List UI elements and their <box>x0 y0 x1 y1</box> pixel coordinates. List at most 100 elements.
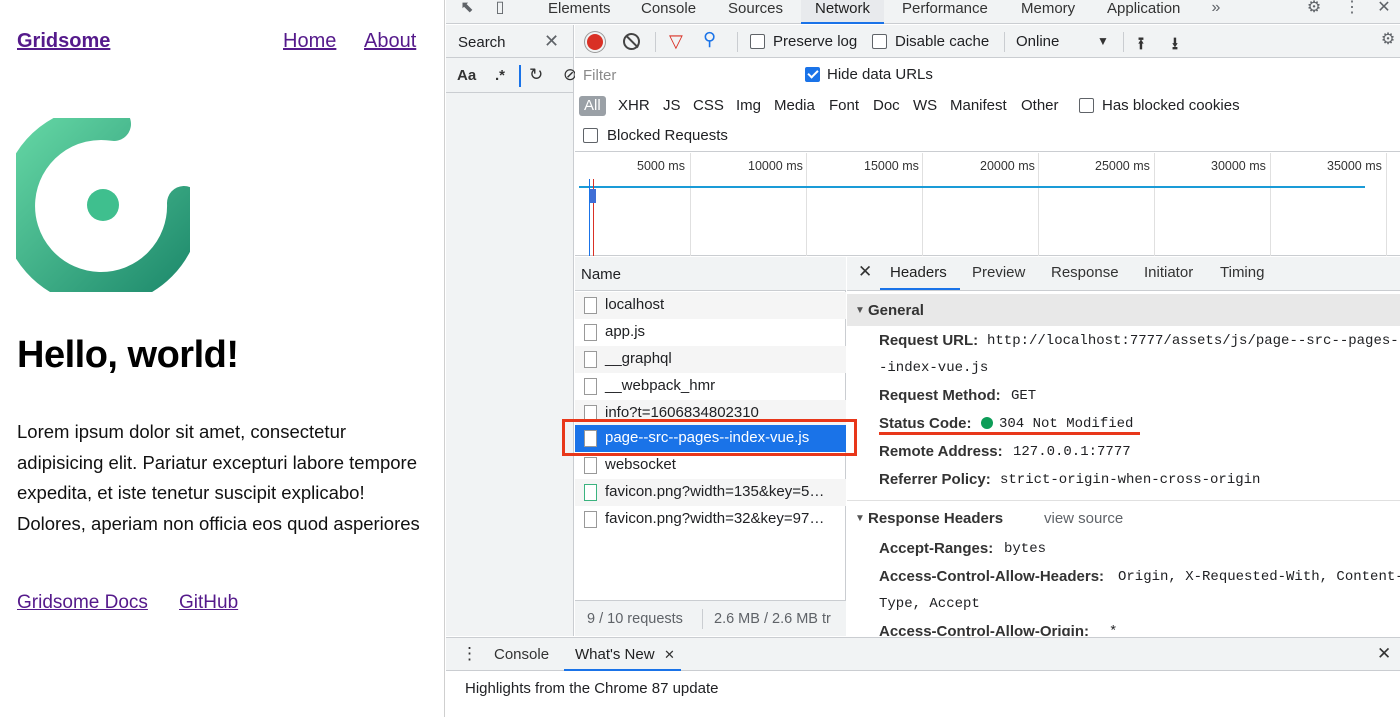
request-list-header[interactable]: Name <box>575 257 846 291</box>
disable-cache-checkbox[interactable] <box>872 34 887 49</box>
close-icon[interactable]: ✕ <box>858 262 872 282</box>
close-icon[interactable]: ✕ <box>1374 0 1394 20</box>
timeline-tick: 25000 ms <box>1095 159 1150 173</box>
request-row[interactable]: favicon.png?width=32&key=97… <box>575 506 846 533</box>
type-filter-manifest[interactable]: Manifest <box>950 96 1007 116</box>
chevron-double-right-icon[interactable]: » <box>1206 0 1226 20</box>
kebab-menu-icon[interactable]: ⋮ <box>461 644 478 664</box>
tab-memory[interactable]: Memory <box>1021 0 1075 24</box>
request-url-value: http://localhost:7777/assets/js/page--sr… <box>987 333 1399 349</box>
device-toolbar-icon[interactable]: ▯ <box>490 0 510 20</box>
export-har-icon[interactable]: ⭳ <box>1172 31 1178 60</box>
gear-icon[interactable]: ⚙ <box>1378 32 1398 52</box>
gear-icon[interactable]: ⚙ <box>1304 0 1324 20</box>
close-icon[interactable]: ✕ <box>1377 644 1391 664</box>
close-icon[interactable]: ✕ <box>544 31 559 52</box>
type-filter-xhr[interactable]: XHR <box>618 96 650 116</box>
tab-performance[interactable]: Performance <box>902 0 988 24</box>
acah-key: Access-Control-Allow-Headers: <box>879 568 1105 585</box>
accept-ranges-value: bytes <box>1004 541 1047 557</box>
blocked-requests-label: Blocked Requests <box>607 127 728 144</box>
type-filter-font[interactable]: Font <box>829 96 859 116</box>
grid-line <box>1038 153 1039 256</box>
triangle-down-icon: ▼ <box>855 305 865 316</box>
brand-link[interactable]: Gridsome <box>17 30 110 53</box>
grid-line <box>806 153 807 256</box>
nav-about-link[interactable]: About <box>364 30 416 53</box>
tab-response[interactable]: Response <box>1051 264 1119 281</box>
response-headers-section-header[interactable]: ▼ Response Headers view source <box>847 502 1400 534</box>
inspect-element-icon[interactable]: ⬉ <box>457 0 477 20</box>
tab-timing[interactable]: Timing <box>1220 264 1264 281</box>
timeline-tick: 15000 ms <box>864 159 919 173</box>
request-row[interactable]: websocket <box>575 452 846 479</box>
kebab-menu-icon[interactable]: ⋮ <box>1342 0 1362 20</box>
grid-line <box>1270 153 1271 256</box>
clear-icon[interactable] <box>623 33 640 50</box>
timeline-overview[interactable]: 5000 ms 10000 ms 15000 ms 20000 ms 25000… <box>575 153 1400 256</box>
acah-value-cont: Type, Accept <box>879 596 980 612</box>
preserve-log-label: Preserve log <box>773 33 858 50</box>
request-method-value: GET <box>1011 388 1037 404</box>
type-filter-doc[interactable]: Doc <box>873 96 900 116</box>
timeline-tick: 35000 ms <box>1327 159 1382 173</box>
request-row[interactable]: app.js <box>575 319 846 346</box>
nav-home-link[interactable]: Home <box>283 30 336 53</box>
refresh-icon[interactable]: ↻ <box>529 65 543 85</box>
type-filter-css[interactable]: CSS <box>693 96 724 116</box>
import-har-icon[interactable]: ⭱ <box>1138 31 1144 60</box>
docs-link[interactable]: Gridsome Docs <box>17 592 148 614</box>
request-row[interactable]: __graphql <box>575 346 846 373</box>
name-column-header[interactable]: Name <box>581 266 621 283</box>
type-filter-ws[interactable]: WS <box>913 96 937 116</box>
request-row[interactable]: localhost <box>575 292 846 319</box>
tab-console[interactable]: Console <box>641 0 696 24</box>
request-list-summary: 9 / 10 requests 2.6 MB / 2.6 MB tr <box>575 600 846 636</box>
hide-data-urls-checkbox[interactable] <box>805 67 820 82</box>
file-icon <box>584 378 597 395</box>
toolbar-separator <box>737 32 738 52</box>
drawer-tab-console[interactable]: Console <box>494 646 549 663</box>
filter-icon[interactable]: ▽ <box>669 31 683 52</box>
type-filter-all[interactable]: All <box>579 96 606 116</box>
page-heading: Hello, world! <box>17 334 239 376</box>
search-icon[interactable]: ⚲ <box>703 29 716 50</box>
search-caret <box>519 65 521 87</box>
tab-network[interactable]: Network <box>801 0 885 24</box>
xhr-file-icon <box>584 351 597 368</box>
tab-application[interactable]: Application <box>1107 0 1180 24</box>
drawer-tabbar: ⋮ Console What's New ✕ ✕ <box>446 637 1400 671</box>
timeline-activity-bar <box>579 186 1365 188</box>
preserve-log-checkbox[interactable] <box>750 34 765 49</box>
type-filter-media[interactable]: Media <box>774 96 815 116</box>
github-link[interactable]: GitHub <box>179 592 238 614</box>
tab-elements[interactable]: Elements <box>548 0 611 24</box>
regex-button[interactable]: .* <box>495 67 505 84</box>
gridsome-logo <box>16 118 190 292</box>
network-filter-bar: Hide data URLs All XHR JS CSS Img Media … <box>575 59 1400 152</box>
underline-annotation <box>879 432 1140 435</box>
blocked-requests-checkbox[interactable] <box>583 128 598 143</box>
tab-preview[interactable]: Preview <box>972 264 1025 281</box>
general-section-header[interactable]: ▼ General <box>847 294 1400 326</box>
filter-input[interactable] <box>579 64 786 86</box>
drawer-tab-whats-new[interactable]: What's New <box>575 646 655 663</box>
chevron-down-icon[interactable]: ▼ <box>1097 34 1109 48</box>
has-blocked-cookies-checkbox[interactable] <box>1079 98 1094 113</box>
request-name: favicon.png?width=135&key=5… <box>605 483 825 500</box>
throttling-select[interactable]: Online <box>1016 33 1059 50</box>
request-name: __webpack_hmr <box>605 377 716 394</box>
tab-sources[interactable]: Sources <box>728 0 783 24</box>
request-row[interactable]: __webpack_hmr <box>575 373 846 400</box>
tab-headers[interactable]: Headers <box>890 264 947 281</box>
type-filter-img[interactable]: Img <box>736 96 761 116</box>
view-source-link[interactable]: view source <box>1044 510 1123 527</box>
type-filter-js[interactable]: JS <box>663 96 681 116</box>
close-icon[interactable]: ✕ <box>664 647 675 663</box>
tab-initiator[interactable]: Initiator <box>1144 264 1193 281</box>
record-icon[interactable] <box>587 34 603 50</box>
match-case-button[interactable]: Aa <box>457 67 476 84</box>
type-filter-other[interactable]: Other <box>1021 96 1059 116</box>
grid-line <box>1154 153 1155 256</box>
request-row[interactable]: favicon.png?width=135&key=5… <box>575 479 846 506</box>
